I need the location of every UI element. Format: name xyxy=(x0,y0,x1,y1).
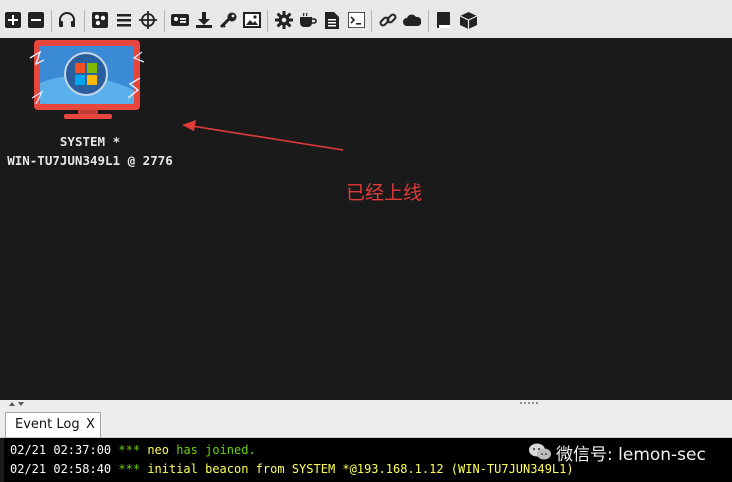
tab-event-log[interactable]: Event Log X xyxy=(5,412,101,437)
image-icon[interactable] xyxy=(243,11,261,29)
id-card-icon[interactable] xyxy=(171,11,189,29)
log-user: neo xyxy=(147,443,169,457)
wechat-watermark: 微信号: lemon-sec xyxy=(528,440,732,465)
gear-icon[interactable] xyxy=(275,11,293,29)
book-icon[interactable] xyxy=(435,11,453,29)
panel-splitter[interactable] xyxy=(0,400,732,410)
link-icon[interactable] xyxy=(379,11,397,29)
log-marker: *** xyxy=(118,443,141,457)
toolbar xyxy=(0,0,732,38)
wechat-icon xyxy=(529,443,551,460)
log-time: 02:58:40 xyxy=(53,462,112,476)
minus-icon[interactable] xyxy=(27,11,45,29)
log-time: 02:37:00 xyxy=(53,443,112,457)
annotation-arrow xyxy=(182,120,344,151)
tab-event-log-label: Event Log xyxy=(15,417,80,432)
drag-handle-icon[interactable] xyxy=(520,402,540,406)
log-message: initial beacon from xyxy=(147,462,285,476)
log-detail: SYSTEM *@193.168.1.12 (WIN-TU7JUN349L1) xyxy=(291,462,574,476)
cloud-icon[interactable] xyxy=(403,11,421,29)
plus-icon[interactable] xyxy=(4,11,22,29)
tab-bar: Event Log X xyxy=(0,410,732,438)
log-line: 02/21 02:37:00 *** neo has joined. xyxy=(10,443,256,457)
document-icon[interactable] xyxy=(323,11,341,29)
log-marker: *** xyxy=(118,462,141,476)
target-icon[interactable] xyxy=(139,11,157,29)
download-icon[interactable] xyxy=(195,11,213,29)
coffee-icon[interactable] xyxy=(299,11,317,29)
headphones-icon[interactable] xyxy=(58,11,76,29)
package-icon[interactable] xyxy=(459,11,477,29)
annotation-text: 已经上线 xyxy=(346,182,423,204)
log-date: 02/21 xyxy=(10,462,47,476)
collapse-arrows-icon[interactable] xyxy=(8,401,26,407)
watermark-text: 微信号: lemon-sec xyxy=(556,444,706,465)
log-date: 02/21 xyxy=(10,443,47,457)
pivot-graph: SYSTEM * WIN-TU7JUN349L1 @ 2776 已经上线 xyxy=(0,38,732,400)
key-icon[interactable] xyxy=(219,11,237,29)
log-line: 02/21 02:58:40 *** initial beacon from S… xyxy=(10,462,574,476)
list-view-icon[interactable] xyxy=(115,11,133,29)
log-message: has joined. xyxy=(176,443,256,457)
terminal-icon[interactable] xyxy=(347,11,365,29)
tab-close-button[interactable]: X xyxy=(86,417,95,432)
graph-view-icon[interactable] xyxy=(91,11,109,29)
